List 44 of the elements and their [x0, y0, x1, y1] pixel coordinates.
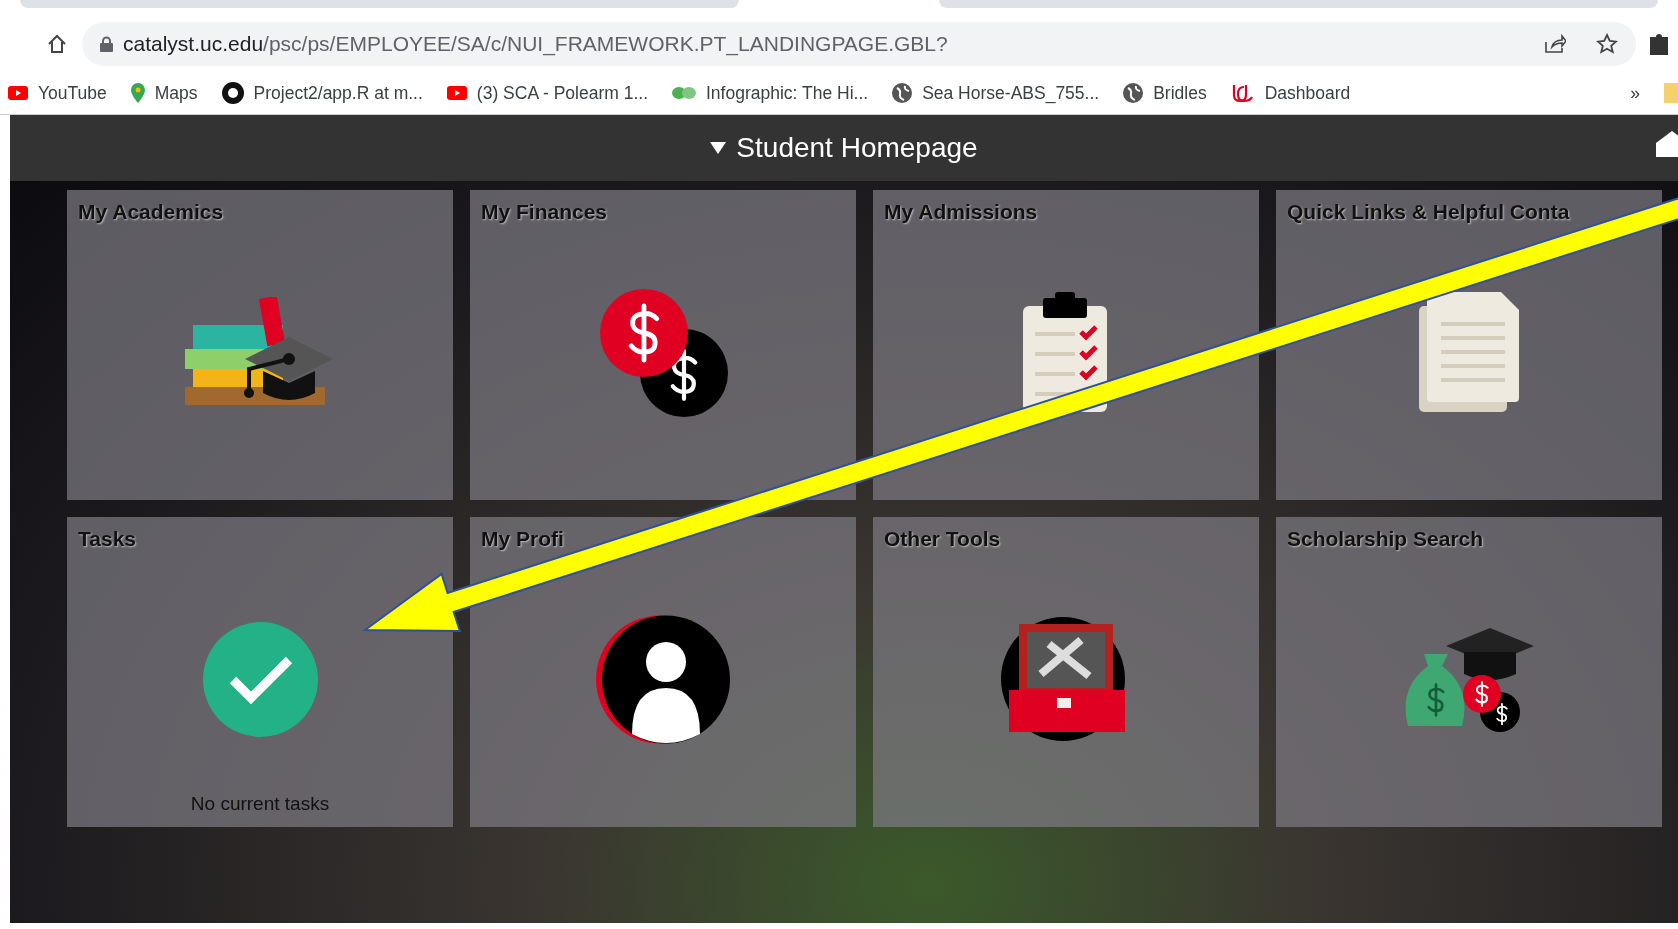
star-icon[interactable]	[1596, 33, 1618, 55]
url-text: catalyst.uc.edu/psc/ps/EMPLOYEE/SA/c/NUI_FRAMEWORK.PT_LANDINGPAGE.GBL?	[123, 32, 948, 56]
tile-message: No current tasks	[189, 793, 331, 815]
bookmark-label: Project2/app.R at m...	[253, 82, 423, 104]
tile-title: My Academics	[78, 200, 224, 224]
globe-icon	[892, 83, 913, 103]
bookmark-label: Infographic: The Hi...	[706, 82, 869, 104]
tile-title: Scholarship Search	[1287, 527, 1484, 551]
tile-title: My Profi	[481, 527, 564, 551]
bookmark-link[interactable]: Maps	[130, 82, 198, 104]
lock-icon	[100, 36, 113, 52]
books-and-cap-icon	[185, 297, 335, 407]
dollar-coins-icon	[598, 287, 728, 417]
bookmark-link[interactable]: Project2/app.R at m...	[221, 82, 423, 104]
bookmark-label: Dashboard	[1264, 82, 1351, 104]
tile-title: Other Tools	[884, 527, 1001, 551]
folder-icon	[1664, 83, 1678, 103]
bookmark-link[interactable]: Infographic: The Hi...	[672, 82, 869, 104]
share-icon[interactable]	[1544, 34, 1566, 54]
globe-icon	[1123, 83, 1144, 103]
bookmark-label: Maps	[154, 82, 198, 104]
tile-title: My Finances	[481, 200, 608, 224]
bookmark-link[interactable]: Bridles	[1123, 82, 1207, 104]
home-icon[interactable]	[46, 33, 68, 55]
bookmarks-overflow[interactable]: »	[1630, 82, 1640, 104]
bookmark-link[interactable]: YouTube	[8, 82, 107, 104]
map-pin-icon	[130, 83, 145, 103]
video-icon	[446, 86, 467, 100]
video-icon	[8, 86, 28, 100]
bookmark-label: Bridles	[1153, 82, 1207, 104]
caret-icon	[710, 142, 727, 154]
bookmark-label: YouTube	[38, 82, 107, 104]
logo-icon	[1230, 83, 1255, 103]
tile-title: My Admissions	[884, 200, 1038, 224]
address-bar[interactable]: catalyst.uc.edu/psc/ps/EMPLOYEE/SA/c/NUI_FRAMEWORK.PT_LANDINGPAGE.GBL?	[82, 22, 1636, 66]
puzzle-icon[interactable]	[1650, 33, 1668, 55]
tile-title: Tasks	[78, 527, 136, 551]
bookmark-link[interactable]: Dashboard	[1230, 82, 1351, 104]
documents-icon	[1419, 292, 1519, 412]
homepage-selector[interactable]: Student Homepage	[704, 131, 984, 165]
leaf-icon	[672, 85, 696, 101]
home-icon[interactable]	[1656, 131, 1678, 157]
tile-title: Quick Links & Helpful Conta	[1287, 200, 1570, 224]
checkmark-icon	[202, 621, 318, 737]
